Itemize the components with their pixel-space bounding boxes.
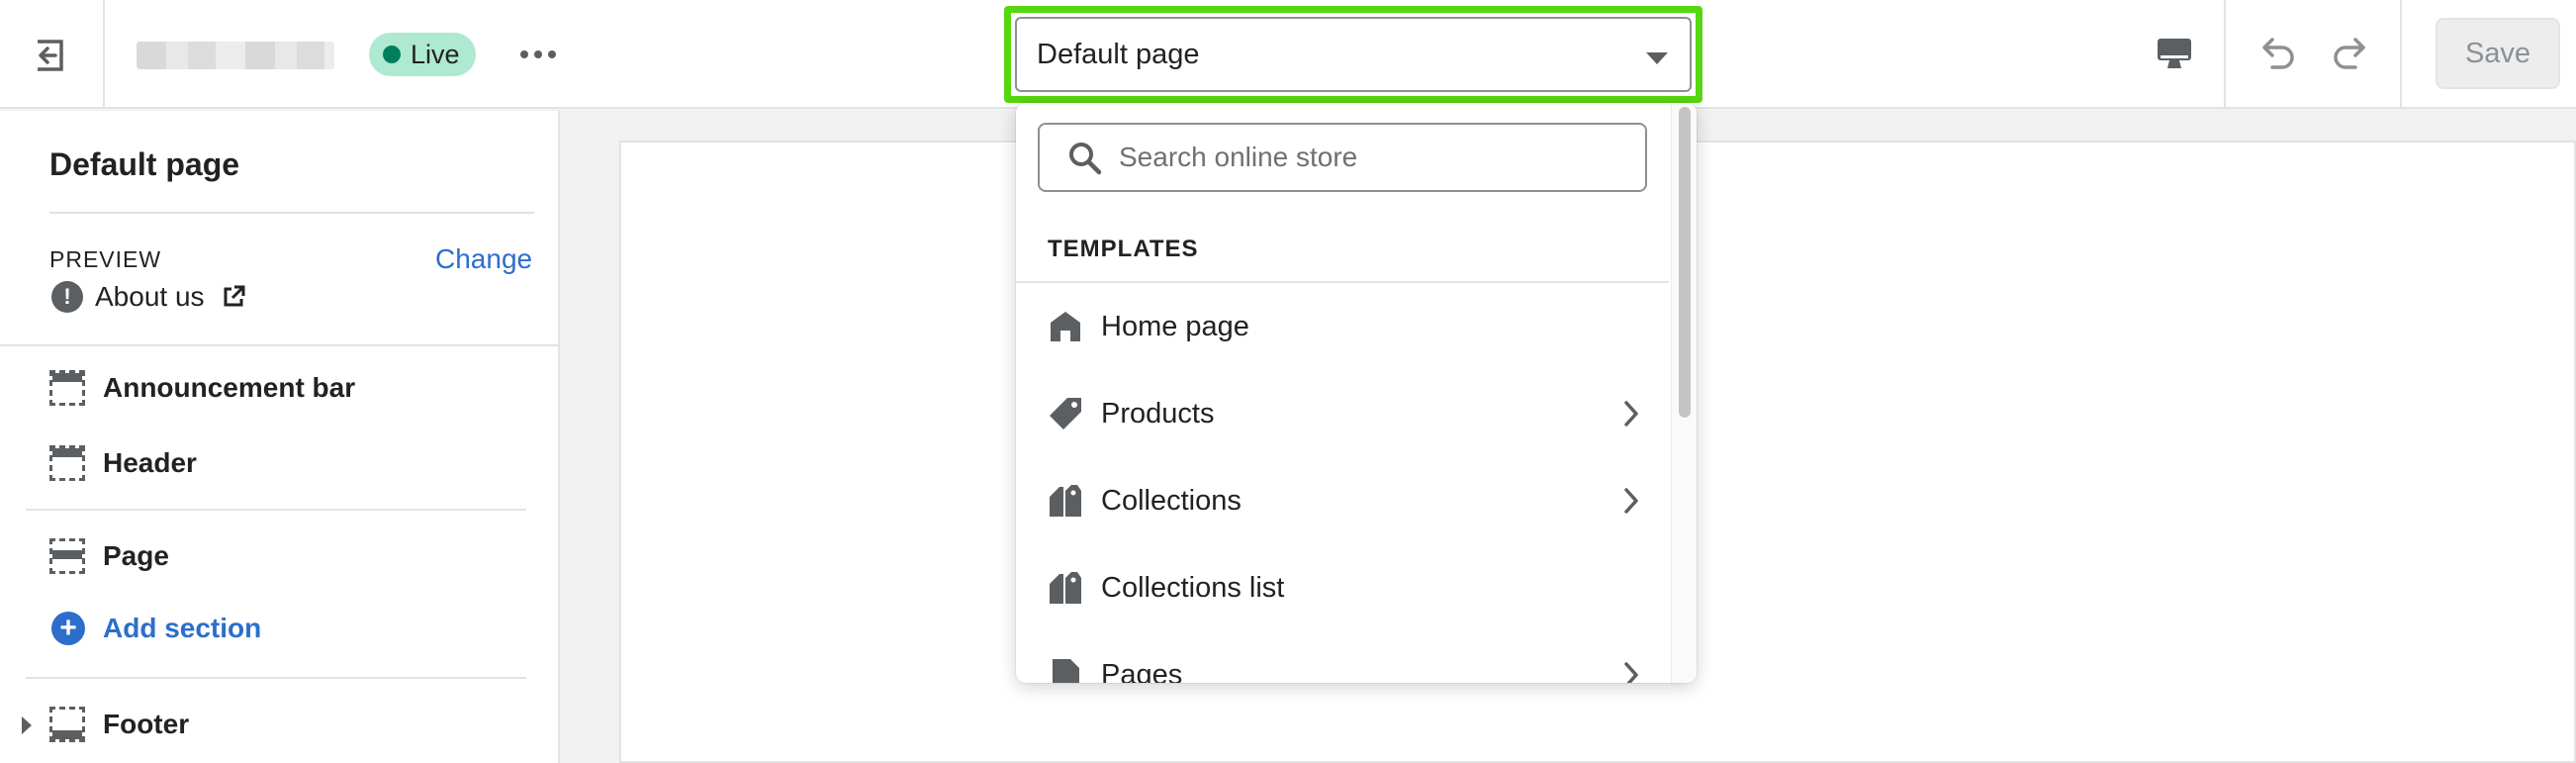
template-item-collections[interactable]: Collections xyxy=(1048,471,1651,530)
template-selector-field[interactable]: Default page xyxy=(1015,17,1692,92)
page-icon xyxy=(1053,659,1079,683)
template-selector-value: Default page xyxy=(1037,38,1200,70)
collections-list-icon xyxy=(1050,572,1081,604)
section-header[interactable]: Header xyxy=(49,445,197,481)
caret-down-icon xyxy=(1646,52,1668,64)
tag-icon xyxy=(1050,398,1081,429)
dropdown-scroll-track[interactable] xyxy=(1671,103,1697,683)
template-item-products[interactable]: Products xyxy=(1048,384,1651,443)
sidebar-title: Default page xyxy=(49,146,240,182)
search-icon xyxy=(1069,143,1102,175)
divider xyxy=(2400,0,2402,109)
divider xyxy=(49,212,534,214)
add-section-label: Add section xyxy=(103,613,262,643)
search-field[interactable] xyxy=(1038,123,1647,192)
top-bar: Live Default page Save xyxy=(0,0,2576,109)
template-item-label: Products xyxy=(1101,397,1215,429)
section-label: Page xyxy=(103,540,169,571)
change-preview-link[interactable]: Change xyxy=(435,243,532,275)
preview-page-label: About us xyxy=(95,281,205,312)
preview-label: PREVIEW xyxy=(49,246,162,272)
footer-section-icon xyxy=(49,707,85,742)
template-item-home-page[interactable]: Home page xyxy=(1048,297,1651,356)
add-section-button[interactable]: + Add section xyxy=(51,612,261,645)
template-item-label: Collections xyxy=(1101,484,1242,517)
chevron-right-icon xyxy=(1624,662,1638,683)
expand-arrow-icon[interactable] xyxy=(22,716,32,734)
redo-button[interactable] xyxy=(2325,28,2376,79)
template-item-label: Home page xyxy=(1101,310,1249,342)
header-section-icon xyxy=(49,445,85,481)
announcement-bar-icon xyxy=(49,370,85,406)
section-announcement-bar[interactable]: Announcement bar xyxy=(49,370,355,406)
alert-circle-icon: ! xyxy=(51,281,83,313)
templates-heading: TEMPLATES xyxy=(1048,236,1199,262)
template-dropdown: TEMPLATES Home page Products Collections xyxy=(1016,103,1697,683)
live-dot-icon xyxy=(383,46,401,63)
section-footer[interactable]: Footer xyxy=(49,707,189,742)
divider xyxy=(26,509,526,511)
divider xyxy=(103,0,105,109)
desktop-icon xyxy=(2158,39,2191,68)
template-item-collections-list[interactable]: Collections list xyxy=(1048,558,1651,618)
device-preview-button[interactable] xyxy=(2149,28,2200,79)
section-label: Footer xyxy=(103,709,190,739)
store-name-redacted xyxy=(137,42,334,69)
save-button[interactable]: Save xyxy=(2436,18,2560,89)
divider xyxy=(1016,281,1669,283)
divider xyxy=(26,677,526,679)
redo-icon xyxy=(2334,38,2365,69)
live-status-label: Live xyxy=(411,39,460,69)
more-horizontal-icon xyxy=(520,50,556,58)
plus-circle-icon: + xyxy=(51,612,85,645)
template-item-label: Pages xyxy=(1101,658,1183,684)
chevron-right-icon xyxy=(1624,488,1638,514)
divider xyxy=(0,344,560,346)
page-section-icon xyxy=(49,538,85,574)
sections-sidebar: Default page PREVIEW Change ! About us A… xyxy=(0,111,560,763)
home-icon xyxy=(1051,312,1080,341)
more-actions-button[interactable] xyxy=(510,30,566,79)
external-link-icon xyxy=(224,285,245,307)
section-label: Announcement bar xyxy=(103,372,356,403)
undo-icon xyxy=(2262,38,2294,69)
undo-button[interactable] xyxy=(2252,28,2303,79)
template-item-pages[interactable]: Pages xyxy=(1048,645,1651,683)
section-label: Header xyxy=(103,447,197,478)
dropdown-scrollbar-thumb[interactable] xyxy=(1679,107,1691,418)
chevron-right-icon xyxy=(1624,401,1638,427)
search-input[interactable] xyxy=(1119,142,1613,173)
divider xyxy=(2224,0,2226,109)
preview-page-link[interactable]: ! About us xyxy=(51,281,246,313)
exit-button[interactable] xyxy=(24,30,75,81)
template-selector[interactable]: Default page xyxy=(1004,6,1702,103)
exit-icon xyxy=(38,40,63,71)
collections-icon xyxy=(1050,485,1081,517)
template-item-label: Collections list xyxy=(1101,571,1285,604)
live-status-badge: Live xyxy=(369,33,476,76)
section-page[interactable]: Page xyxy=(49,538,169,574)
